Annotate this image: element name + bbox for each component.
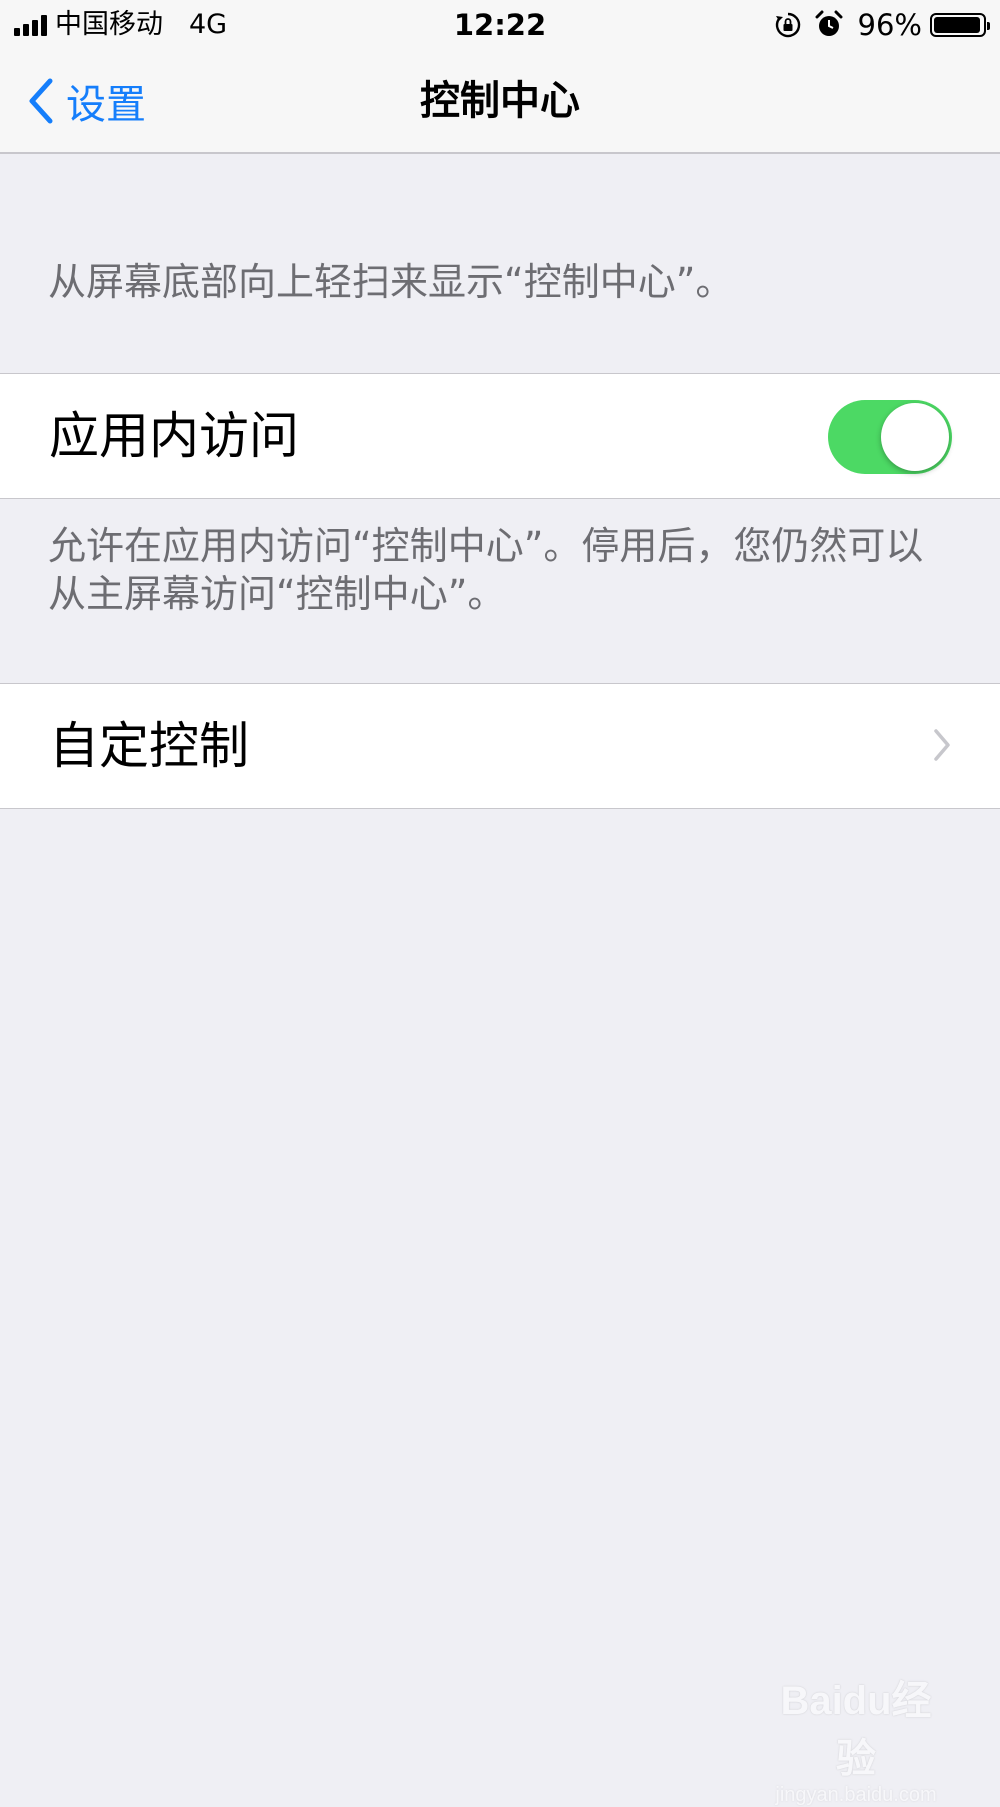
toggle-knob	[881, 403, 949, 471]
alarm-icon	[815, 10, 843, 36]
battery-level	[934, 17, 981, 33]
section-footer-note: 允许在应用内访问“控制中心”。停用后，您仍然可以从主屏幕访问“控制中心”。	[48, 524, 924, 616]
in-app-access-row: 应用内访问	[0, 373, 1000, 499]
orientation-lock-icon	[775, 12, 800, 38]
chevron-left-icon	[29, 78, 53, 124]
watermark-url: jingyan.baidu.com	[775, 1784, 937, 1806]
back-button[interactable]: 设置	[28, 50, 146, 152]
in-app-access-toggle[interactable]	[828, 400, 952, 474]
baidu-watermark: Baidu经验 jingyan.baidu.com	[766, 1668, 946, 1807]
status-bar-right: 96%	[774, 8, 990, 42]
customize-controls-row[interactable]: 自定控制	[0, 683, 1000, 809]
watermark-logo: Baidu经验	[780, 1679, 932, 1781]
customize-controls-label: 自定控制	[49, 717, 249, 775]
battery-percent: 96%	[857, 8, 922, 42]
navigation-bar: 控制中心 设置	[0, 50, 1000, 154]
status-bar: 中国移动 4G 12:22 96%	[0, 0, 1000, 50]
back-button-label: 设置	[66, 82, 146, 128]
in-app-access-label: 应用内访问	[49, 407, 299, 465]
page-title: 控制中心	[420, 78, 580, 124]
battery-icon	[930, 13, 990, 37]
chevron-right-icon	[934, 729, 950, 761]
section-header-note: 从屏幕底部向上轻扫来显示“控制中心”。	[48, 260, 734, 304]
